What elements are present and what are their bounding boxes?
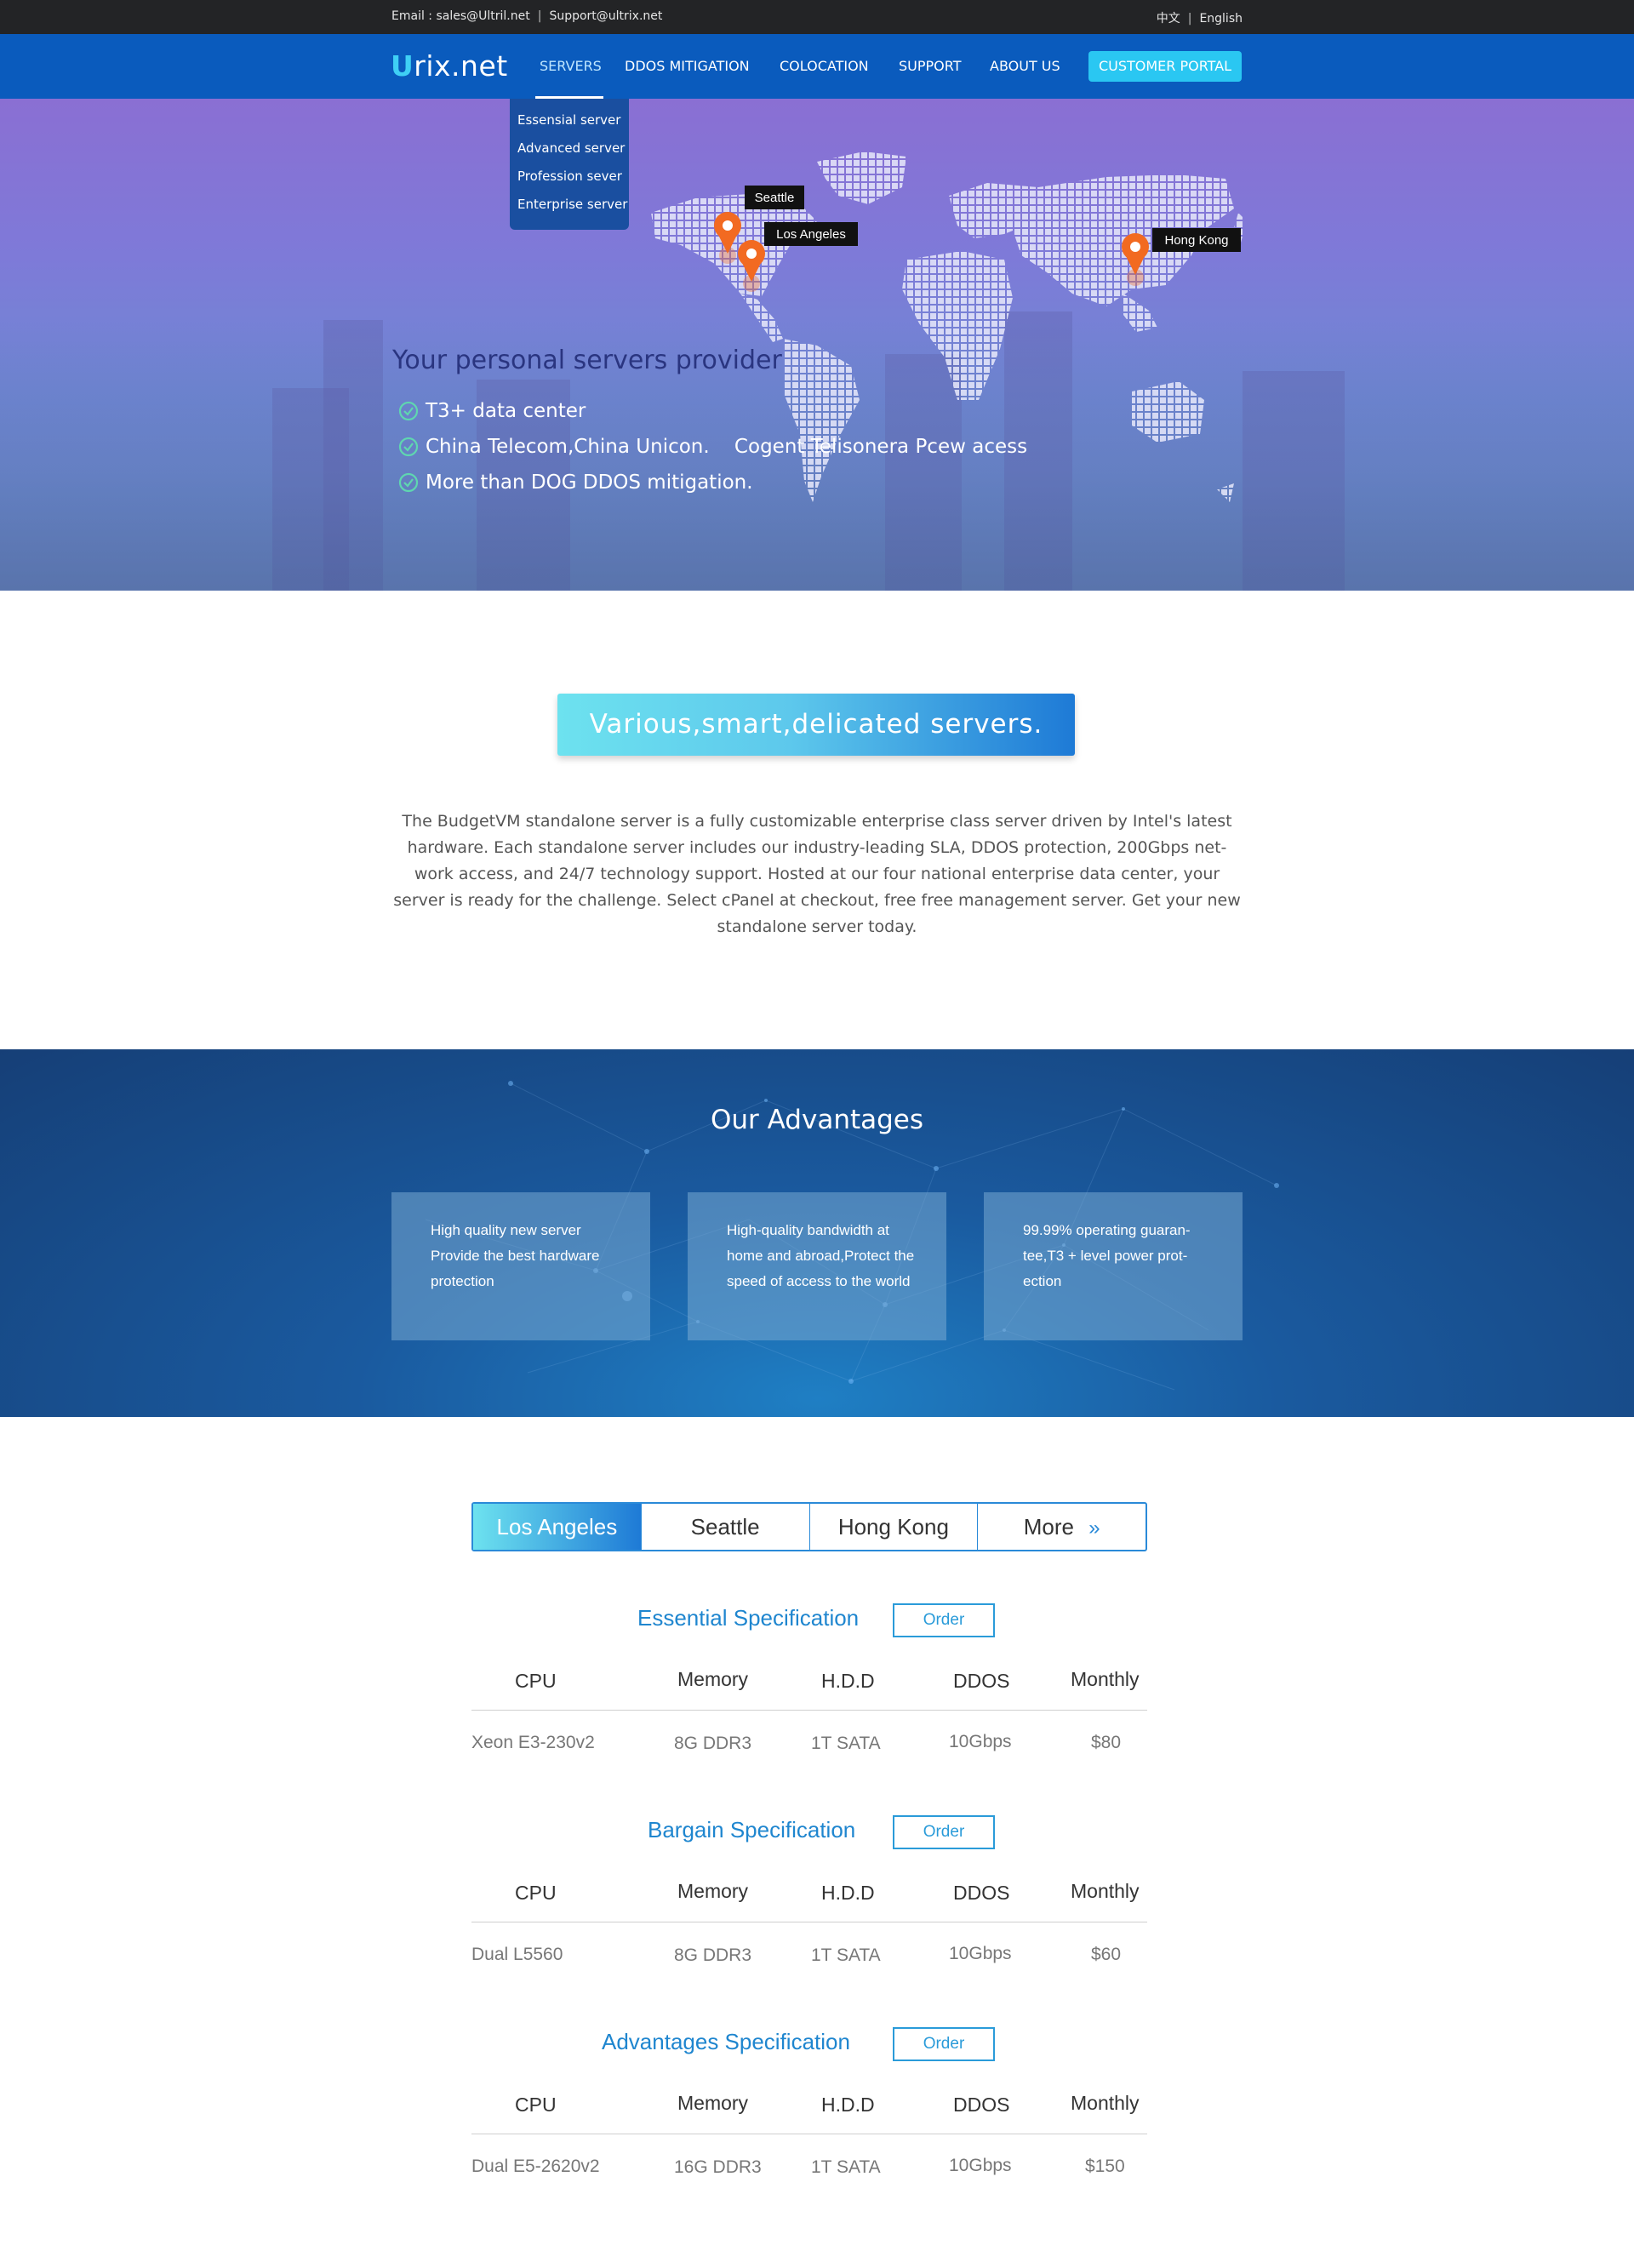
intro-pill-heading: Various,smart,delicated servers. — [557, 694, 1075, 756]
hero-feature: China Telecom,China Unicon. Cogent Telis… — [398, 436, 1027, 458]
tab-more[interactable]: More » — [978, 1504, 1146, 1550]
hero-title: Your personal servers provider — [392, 346, 782, 375]
support-email-link[interactable]: Support@ultrix.net — [549, 9, 662, 23]
advantage-card-text: High quality new server Provide the best… — [431, 1222, 600, 1289]
map-label-los-angeles: Los Angeles — [776, 227, 846, 242]
hero-feature: T3+ data center — [398, 400, 586, 422]
order-button[interactable]: Order — [893, 1603, 995, 1637]
map-label-seattle: Seattle — [755, 191, 795, 205]
location-tabs: Los Angeles Seattle Hong Kong More » — [471, 1502, 1147, 1551]
spec-header-hdd: H.D.D — [821, 1882, 875, 1904]
order-button[interactable]: Order — [893, 2027, 995, 2061]
spec-cell-ddos: 10Gbps — [949, 1944, 1012, 1963]
nav-servers[interactable]: SERVERS — [540, 58, 602, 74]
spec-header-ddos: DDOS — [953, 1882, 1010, 1904]
advantage-card: High quality new server Provide the best… — [391, 1192, 650, 1340]
advantages-section: Our Advantages High quality new server P… — [0, 1049, 1634, 1417]
spec-cell-monthly: $60 — [1091, 1945, 1122, 1964]
spec-cell-hdd: 1T SATA — [811, 1945, 881, 1965]
spec-header-ddos: DDOS — [953, 1670, 1010, 1692]
nav-about-us[interactable]: ABOUT US — [990, 58, 1060, 74]
spec-block-bargain: Bargain Specification Order CPU Memory H… — [471, 1814, 1147, 1984]
spec-header-ddos: DDOS — [953, 2094, 1010, 2116]
servers-dropdown: Essensial server Advanced server Profess… — [510, 99, 629, 230]
advantage-card: 99.99% operating guaran-tee,T3 + level p… — [984, 1192, 1243, 1340]
spec-header-monthly: Monthly — [1071, 1668, 1140, 1690]
dropdown-profession-server[interactable]: Profession sever — [510, 169, 629, 197]
check-circle-icon — [398, 472, 419, 493]
site-logo[interactable]: Urix.net — [391, 49, 508, 83]
advantage-card-text: High-quality bandwidth at home and abroa… — [727, 1222, 915, 1289]
tab-more-label: More — [1023, 1514, 1074, 1540]
dropdown-essential-server[interactable]: Essensial server — [510, 112, 629, 140]
spec-cell-cpu: Dual L5560 — [471, 1945, 563, 1964]
customer-portal-button[interactable]: CUSTOMER PORTAL — [1088, 51, 1242, 82]
spec-header-monthly: Monthly — [1071, 1880, 1140, 1902]
check-circle-icon — [398, 401, 419, 421]
hero-feature-text: China Telecom,China Unicon. Cogent Telis… — [426, 436, 1028, 458]
contact-info: Email : sales@Ultril.net | Support@ultrix.… — [391, 9, 663, 23]
tab-los-angeles[interactable]: Los Angeles — [473, 1504, 642, 1550]
divider — [471, 1710, 1147, 1711]
spec-header-cpu: CPU — [515, 2094, 557, 2116]
advantages-title: Our Advantages — [710, 1105, 924, 1135]
map-label-hong-kong: Hong Kong — [1164, 233, 1228, 248]
spec-header-memory: Memory — [677, 2092, 749, 2114]
spec-block-advantages: Advantages Specification Order CPU Memor… — [471, 2025, 1147, 2196]
lang-chinese-link[interactable]: 中文 — [1157, 12, 1180, 26]
lang-english-link[interactable]: English — [1199, 12, 1243, 26]
spec-header-hdd: H.D.D — [821, 2094, 875, 2116]
hero-feature-text: More than DOG DDOS mitigation. — [426, 471, 753, 494]
double-chevron-right-icon: » — [1088, 1517, 1100, 1540]
spec-title: Advantages Specification — [602, 2029, 850, 2054]
spec-cell-ddos: 10Gbps — [949, 2156, 1012, 2175]
advantage-card-text: 99.99% operating guaran-tee,T3 + level p… — [1023, 1222, 1191, 1289]
spec-header-memory: Memory — [677, 1668, 749, 1690]
top-bar: Email : sales@Ultril.net | Support@ultrix.… — [0, 0, 1634, 34]
spec-header-cpu: CPU — [515, 1670, 557, 1692]
dropdown-enterprise-server[interactable]: Enterprise server — [510, 197, 629, 225]
hero-feature-text: T3+ data center — [426, 400, 586, 422]
spec-cell-monthly: $150 — [1085, 2157, 1125, 2176]
spec-block-essential: Essential Specification Order CPU Memory… — [471, 1602, 1147, 1772]
nav-support[interactable]: SUPPORT — [899, 58, 961, 74]
check-circle-icon — [398, 437, 419, 457]
advantage-card: High-quality bandwidth at home and abroa… — [688, 1192, 946, 1340]
spec-header-memory: Memory — [677, 1880, 749, 1902]
dropdown-advanced-server[interactable]: Advanced server — [510, 140, 629, 169]
spec-title: Bargain Specification — [648, 1817, 856, 1842]
nav-ddos-mitigation[interactable]: DDOS MITIGATION — [625, 58, 750, 74]
spec-cell-ddos: 10Gbps — [949, 1732, 1012, 1751]
tab-seattle[interactable]: Seattle — [642, 1504, 810, 1550]
spec-cell-cpu: Dual E5-2620v2 — [471, 2157, 600, 2176]
language-switcher: 中文 | English — [1156, 12, 1243, 26]
nav-colocation[interactable]: COLOCATION — [780, 58, 869, 74]
spec-cell-memory: 8G DDR3 — [674, 1734, 752, 1753]
intro-paragraph: The BudgetVM standalone server is a full… — [393, 812, 1241, 936]
spec-header-monthly: Monthly — [1071, 2092, 1140, 2114]
main-nav: Urix.net SERVERS DDOS MITIGATION COLOCAT… — [0, 34, 1634, 99]
order-button[interactable]: Order — [893, 1815, 995, 1849]
spec-cell-memory: 8G DDR3 — [674, 1945, 752, 1965]
hero-feature: More than DOG DDOS mitigation. — [398, 471, 753, 494]
sales-email-link[interactable]: Email : sales@Ultril.net — [391, 9, 530, 23]
spec-cell-hdd: 1T SATA — [811, 1734, 881, 1753]
spec-cell-memory: 16G DDR3 — [674, 2157, 762, 2177]
spec-header-cpu: CPU — [515, 1882, 557, 1904]
tab-hong-kong[interactable]: Hong Kong — [810, 1504, 979, 1550]
spec-title: Essential Specification — [637, 1605, 860, 1631]
spec-cell-hdd: 1T SATA — [811, 2157, 881, 2177]
spec-cell-monthly: $80 — [1091, 1733, 1122, 1752]
spec-header-hdd: H.D.D — [821, 1670, 875, 1692]
spec-cell-cpu: Xeon E3-230v2 — [471, 1733, 595, 1752]
hero-banner: Essensial server Advanced server Profess… — [0, 99, 1634, 591]
